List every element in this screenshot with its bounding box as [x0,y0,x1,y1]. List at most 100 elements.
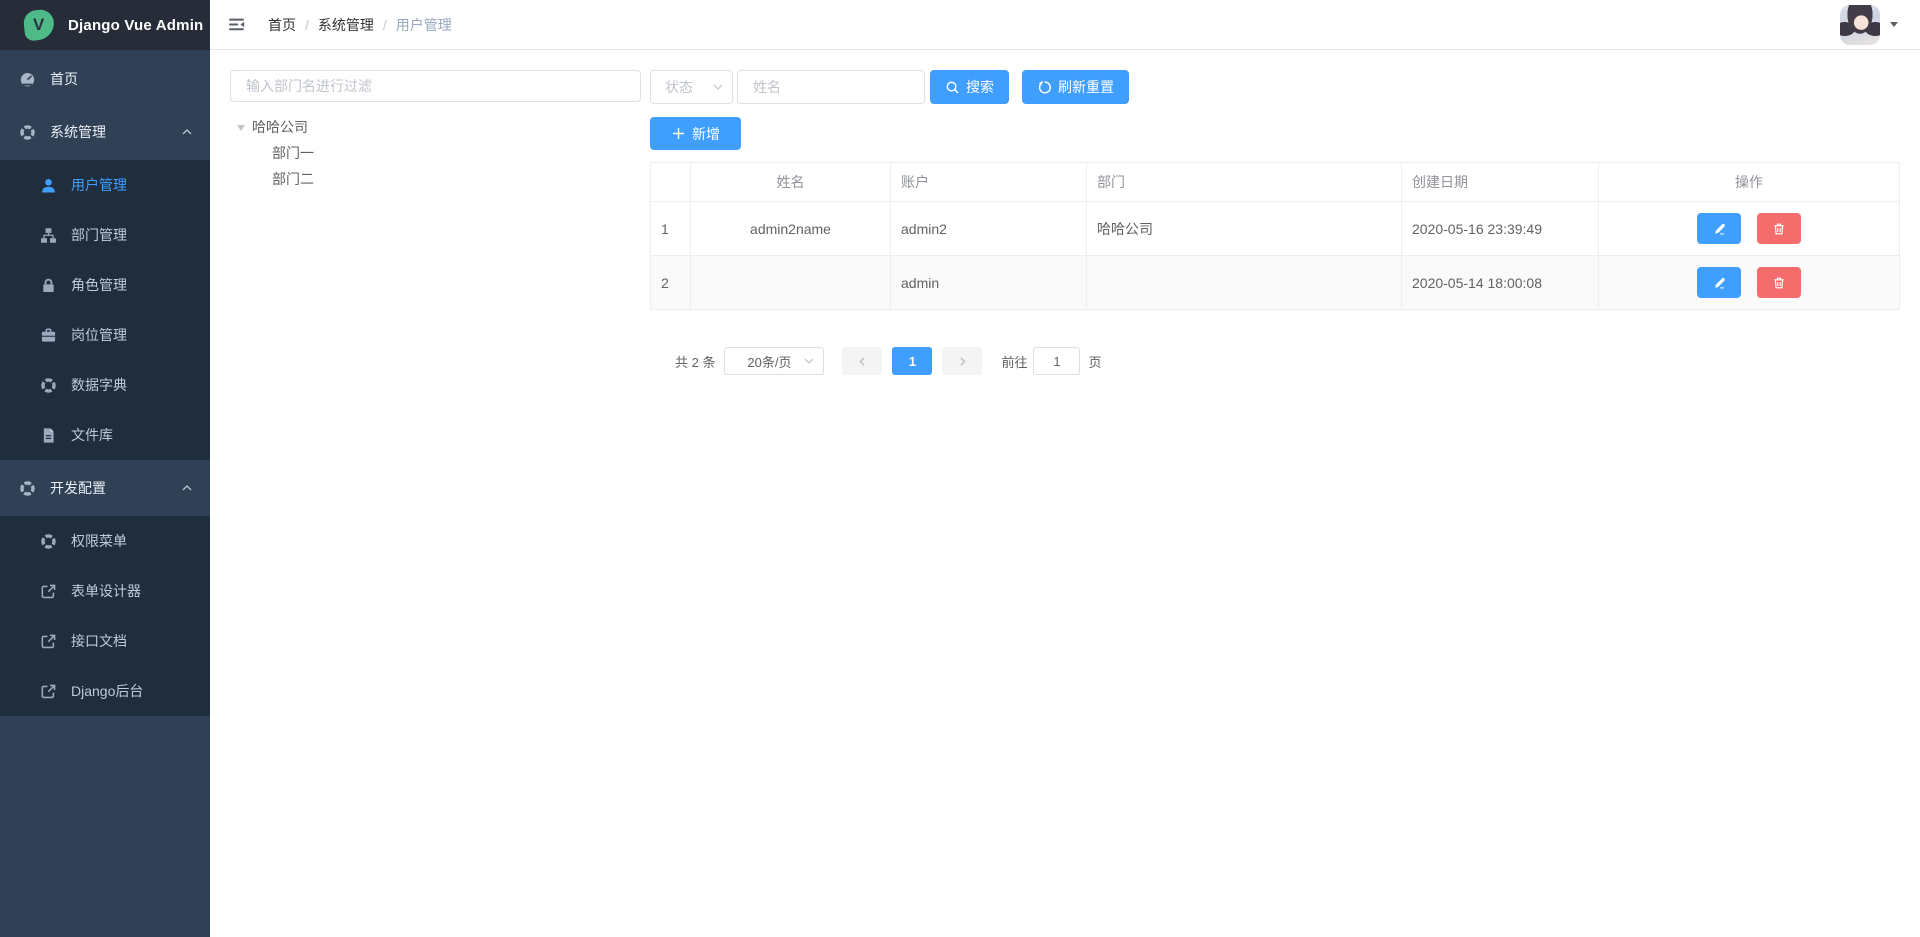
cell-actions [1599,202,1900,256]
lock-icon [40,277,57,294]
total-count-label: 共 2 条 [675,352,715,371]
name-input[interactable] [737,70,925,104]
search-button[interactable]: 搜索 [930,70,1009,104]
sidebar-item-files[interactable]: 文件库 [0,410,210,460]
goto-label: 前往 [1001,352,1027,371]
briefcase-icon [40,327,57,344]
cell-index: 1 [651,202,691,256]
cell-index: 2 [651,256,691,310]
tree-node-dept1[interactable]: 部门一 [230,140,641,166]
component-icon [19,124,36,141]
submenu-dev: 权限菜单 表单设计器 接口文档 [0,516,210,716]
chevron-up-icon [180,481,194,495]
sidebar-item-label: Django后台 [71,681,143,701]
tree-expand-icon[interactable] [237,125,245,135]
page-1-button[interactable]: 1 [892,347,932,375]
table-header-row: 姓名 账户 部门 创建日期 操作 [651,163,1900,202]
user-panel: 状态 搜索 [650,70,1900,375]
cell-name: admin2name [691,202,891,256]
tree-node-company[interactable]: 哈哈公司 [230,114,641,140]
chevron-up-icon [180,125,194,139]
sidebar-item-label: 数据字典 [71,375,127,395]
sidebar-item-roles[interactable]: 角色管理 [0,260,210,310]
edit-icon [1712,276,1726,290]
sidebar: V Django Vue Admin 首页 系统管理 [0,0,210,937]
page-size-value: 20条/页 [747,352,791,371]
next-page-button[interactable] [942,347,982,375]
breadcrumb-home[interactable]: 首页 [268,15,296,35]
breadcrumb-separator: / [305,17,309,33]
sidebar-section-label: 开发配置 [50,478,106,498]
chevron-down-icon [711,80,725,94]
cell-created: 2020-05-16 23:39:49 [1402,202,1599,256]
tree-node-label: 哈哈公司 [252,117,308,137]
hamburger-icon [228,16,245,33]
component-icon [40,533,57,550]
filter-row: 状态 搜索 [650,70,1900,104]
edit-button[interactable] [1697,213,1741,244]
tree-node-dept2[interactable]: 部门二 [230,166,641,192]
breadcrumb-current: 用户管理 [396,15,452,35]
status-select[interactable]: 状态 [650,70,733,104]
col-account[interactable]: 账户 [891,163,1087,202]
cell-department [1087,256,1402,310]
col-created[interactable]: 创建日期 [1402,163,1599,202]
refresh-icon [1037,80,1052,95]
sidebar-section-dev[interactable]: 开发配置 [0,460,210,516]
delete-button[interactable] [1757,213,1801,244]
goto-page-input[interactable] [1033,347,1080,375]
sidebar-item-dictionary[interactable]: 数据字典 [0,360,210,410]
add-button[interactable]: 新增 [650,117,741,150]
user-menu[interactable] [1840,5,1898,45]
breadcrumb: 首页 / 系统管理 / 用户管理 [268,15,452,35]
department-tree: 哈哈公司 部门一 部门二 [230,114,641,192]
sidebar-item-form-designer[interactable]: 表单设计器 [0,566,210,616]
component-icon [40,377,57,394]
col-department[interactable]: 部门 [1087,163,1402,202]
sidebar-item-label: 部门管理 [71,225,127,245]
sidebar-item-label: 权限菜单 [71,531,127,551]
sidebar-item-home[interactable]: 首页 [0,54,210,104]
breadcrumb-system[interactable]: 系统管理 [318,15,374,35]
edit-button[interactable] [1697,267,1741,298]
add-button-label: 新增 [692,124,720,144]
logo-letter: V [33,15,44,35]
sidebar-section-label: 系统管理 [50,122,106,142]
department-filter-input[interactable] [230,70,641,102]
sidebar-item-label: 首页 [50,69,78,89]
chevron-left-icon [856,355,869,368]
sidebar-item-label: 表单设计器 [71,581,141,601]
sidebar-item-label: 岗位管理 [71,325,127,345]
trash-icon [1772,276,1786,290]
col-index [651,163,691,202]
table-row[interactable]: 2 admin 2020-05-14 18:00:08 [651,256,1900,310]
main-area: 首页 / 系统管理 / 用户管理 哈哈公司 [210,0,1920,937]
cell-created: 2020-05-14 18:00:08 [1402,256,1599,310]
refresh-reset-button[interactable]: 刷新重置 [1022,70,1129,104]
table-row[interactable]: 1 admin2name admin2 哈哈公司 2020-05-16 23:3… [651,202,1900,256]
prev-page-button[interactable] [842,347,882,375]
search-button-label: 搜索 [966,77,994,97]
sidebar-item-departments[interactable]: 部门管理 [0,210,210,260]
sidebar-item-label: 文件库 [71,425,113,445]
document-icon [40,427,57,444]
external-link-icon [40,583,57,600]
search-icon [945,80,960,95]
sidebar-item-api-docs[interactable]: 接口文档 [0,616,210,666]
chevron-down-icon [802,354,816,368]
hamburger-button[interactable] [210,0,260,49]
external-link-icon [40,683,57,700]
sidebar-item-label: 接口文档 [71,631,127,651]
page-size-select[interactable]: 20条/页 [724,347,824,375]
sidebar-item-posts[interactable]: 岗位管理 [0,310,210,360]
logo[interactable]: V Django Vue Admin [0,0,210,50]
col-name[interactable]: 姓名 [691,163,891,202]
tree-node-label: 部门一 [272,143,314,163]
sidebar-section-system[interactable]: 系统管理 [0,104,210,160]
cell-account: admin [891,256,1087,310]
avatar[interactable] [1840,5,1880,45]
sidebar-item-permissions[interactable]: 权限菜单 [0,516,210,566]
sidebar-item-users[interactable]: 用户管理 [0,160,210,210]
sidebar-item-django-admin[interactable]: Django后台 [0,666,210,716]
delete-button[interactable] [1757,267,1801,298]
